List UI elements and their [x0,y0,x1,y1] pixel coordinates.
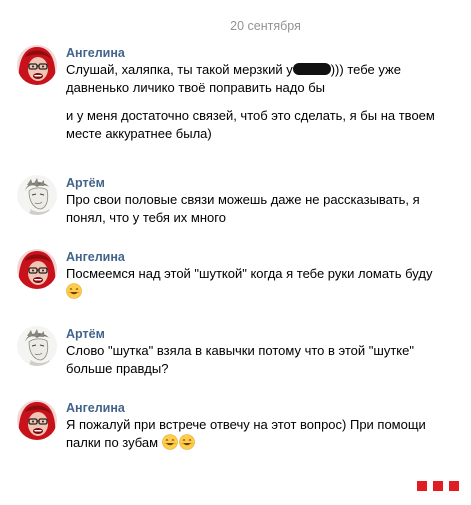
message-text-part: Я пожалуй при встрече отвечу на этот воп… [66,417,426,450]
artem-avatar[interactable] [17,175,57,215]
author-name[interactable]: Артём [66,175,461,191]
smiling-emoji-icon [162,434,178,450]
message-content: Ангелина Я пожалуй при встрече отвечу на… [66,400,461,452]
author-name[interactable]: Артём [66,326,461,342]
date-separator: 20 сентября [230,19,301,33]
grinning-emoji-icon [66,283,82,299]
message-text: Посмеемся над этой "шуткой" когда я тебе… [66,265,461,301]
message-content: Артём Слово "шутка" взяла в кавычки пото… [66,326,461,378]
angelina-avatar[interactable] [17,400,57,440]
message-content: Артём Про свои половые связи можешь даже… [66,175,461,227]
message-text-part: ))) тебе уже [330,62,401,77]
watermark-logo [417,481,459,491]
message-text: Слово "шутка" взяла в кавычки потому что… [66,343,414,376]
author-name[interactable]: Ангелина [66,249,461,265]
smiling-emoji-icon [179,434,195,450]
message-text: Слушай, халяпка, ты такой мерзкий у ))) т… [66,61,461,97]
message-text: Про свои половые связи можешь даже не ра… [66,192,420,225]
message-text: и у меня достаточно связей, чтоб это сде… [66,108,435,141]
censored-word-mark [292,63,331,75]
author-name[interactable]: Ангелина [66,400,461,416]
watermark-square [417,481,427,491]
watermark-square [433,481,443,491]
angelina-avatar[interactable] [17,249,57,289]
angelina-avatar[interactable] [17,45,57,85]
watermark-square [449,481,459,491]
message-content: Ангелина Слушай, халяпка, ты такой мерзк… [66,45,461,143]
message-text-part: Посмеемся над этой "шуткой" когда я тебе… [66,266,433,281]
message-text-part: давненько личико твоё поправить надо бы [66,80,326,95]
message-text-part: Слушай, халяпка, ты такой мерзкий у [66,62,293,77]
author-name[interactable]: Ангелина [66,45,461,61]
message-content: Ангелина Посмеемся над этой "шуткой" ког… [66,249,461,301]
message-text: Я пожалуй при встрече отвечу на этот воп… [66,416,461,452]
artem-avatar[interactable] [17,326,57,366]
